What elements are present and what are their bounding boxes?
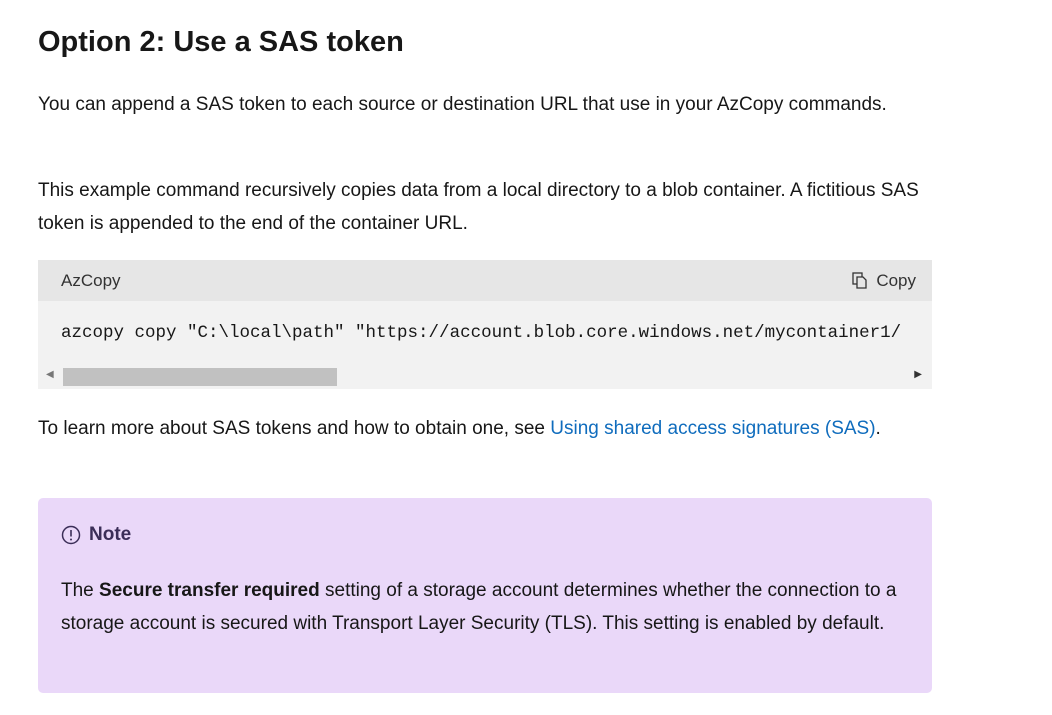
scrollbar-thumb[interactable] xyxy=(63,368,337,386)
scroll-right-arrow-icon[interactable]: ▶ xyxy=(914,369,922,380)
copy-icon xyxy=(852,272,867,289)
copy-button[interactable]: Copy xyxy=(852,271,916,291)
code-language-label: AzCopy xyxy=(61,270,121,290)
intro-paragraph: You can append a SAS token to each sourc… xyxy=(38,94,887,115)
learn-more-paragraph: To learn more about SAS tokens and how t… xyxy=(38,412,938,445)
example-paragraph: This example command recursively copies … xyxy=(38,180,919,234)
code-block-header: AzCopy Copy xyxy=(38,260,932,301)
note-title: Note xyxy=(61,524,131,546)
note-text-pre: The xyxy=(61,580,100,601)
period: . xyxy=(875,418,881,439)
section-heading: Option 2: Use a SAS token xyxy=(38,26,404,58)
info-circle-icon xyxy=(61,525,81,545)
copy-label: Copy xyxy=(876,270,916,290)
note-callout: Note The Secure transfer required settin… xyxy=(38,498,932,693)
note-bold-text: Secure transfer required xyxy=(99,580,320,601)
scroll-left-arrow-icon[interactable]: ◀ xyxy=(46,369,54,380)
code-block: AzCopy Copy azcopy copy "C:\local\path" … xyxy=(38,260,932,389)
note-title-text: Note xyxy=(89,524,132,545)
note-body: The Secure transfer required setting of … xyxy=(61,574,911,640)
horizontal-scrollbar[interactable]: ◀ ▶ xyxy=(38,365,932,389)
code-text[interactable]: azcopy copy "C:\local\path" "https://acc… xyxy=(38,301,932,365)
sas-link[interactable]: Using shared access signatures (SAS) xyxy=(550,418,875,439)
learn-more-text: To learn more about SAS tokens and how t… xyxy=(38,418,551,439)
